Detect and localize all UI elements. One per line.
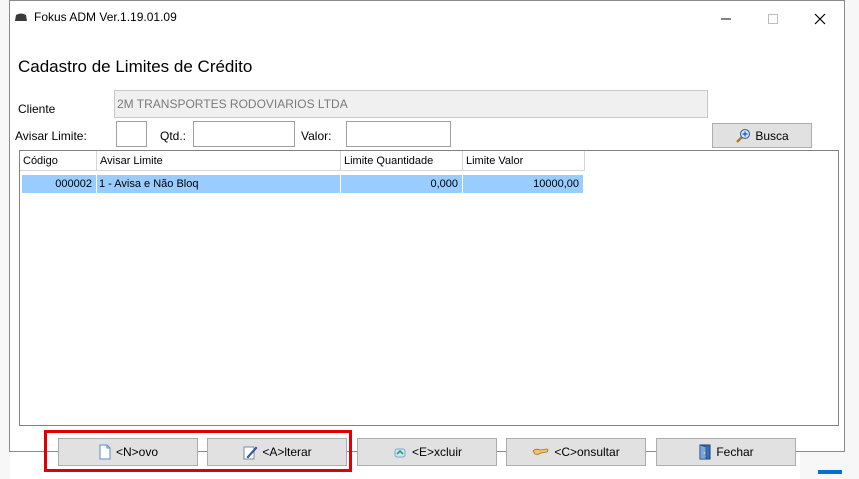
column-header-codigo[interactable]: Código [20, 151, 97, 171]
main-window: Fokus ADM Ver.1.19.01.09 Cadastro de Lim… [9, 0, 845, 466]
cliente-field[interactable]: 2M TRANSPORTES RODOVIARIOS LTDA [114, 90, 708, 118]
qtd-input[interactable] [193, 121, 295, 147]
minimize-button[interactable] [704, 1, 748, 35]
column-header-avisar-limite[interactable]: Avisar Limite [97, 151, 341, 171]
column-header-limite-quantidade[interactable]: Limite Quantidade [341, 151, 463, 171]
excluir-label: <E>xcluir [411, 445, 463, 459]
close-icon [814, 13, 826, 25]
column-header-limite-valor[interactable]: Limite Valor [463, 151, 585, 171]
busca-button[interactable]: Busca [712, 123, 812, 148]
qtd-label: Qtd.: [160, 129, 187, 143]
title-bar[interactable]: Fokus ADM Ver.1.19.01.09 [10, 1, 844, 35]
background-window-right [845, 0, 859, 479]
cell-limite-quantidade: 0,000 [341, 175, 463, 193]
exit-door-icon [699, 444, 711, 460]
cell-codigo: 000002 [22, 175, 97, 193]
fechar-button[interactable]: Fechar [656, 438, 796, 466]
consultar-button[interactable]: <C>onsultar [506, 438, 646, 466]
busca-label: Busca [755, 128, 789, 143]
avisar-limite-input[interactable] [116, 121, 147, 147]
maximize-button[interactable] [751, 1, 795, 35]
fechar-label: Fechar [716, 445, 754, 459]
cell-limite-valor: 10000,00 [463, 175, 584, 193]
maximize-icon [768, 14, 778, 25]
consultar-label: <C>onsultar [554, 445, 620, 459]
cliente-label: Cliente [18, 102, 56, 116]
close-button[interactable] [798, 1, 842, 35]
consult-hand-icon [532, 448, 549, 455]
background-window-bottom [800, 452, 845, 479]
excluir-button[interactable]: <E>xcluir [357, 438, 497, 466]
cell-avisar-limite: 1 - Avisa e Não Bloq [97, 175, 341, 193]
delete-icon [394, 448, 406, 458]
table-row[interactable]: 000002 1 - Avisa e Não Bloq 0,000 10000,… [22, 175, 584, 193]
limits-table[interactable]: Código Avisar Limite Limite Quantidade L… [19, 150, 839, 426]
page-title: Cadastro de Limites de Crédito [18, 57, 253, 76]
avisar-limite-label: Avisar Limite: [15, 129, 87, 143]
window-title: Fokus ADM Ver.1.19.01.09 [34, 10, 177, 24]
valor-label: Valor: [301, 129, 332, 143]
app-icon [15, 13, 27, 21]
minimize-icon [721, 18, 731, 20]
valor-input[interactable] [346, 121, 451, 147]
magnifier-icon [736, 128, 751, 143]
background-selection [818, 470, 842, 474]
highlight-box [44, 430, 352, 472]
